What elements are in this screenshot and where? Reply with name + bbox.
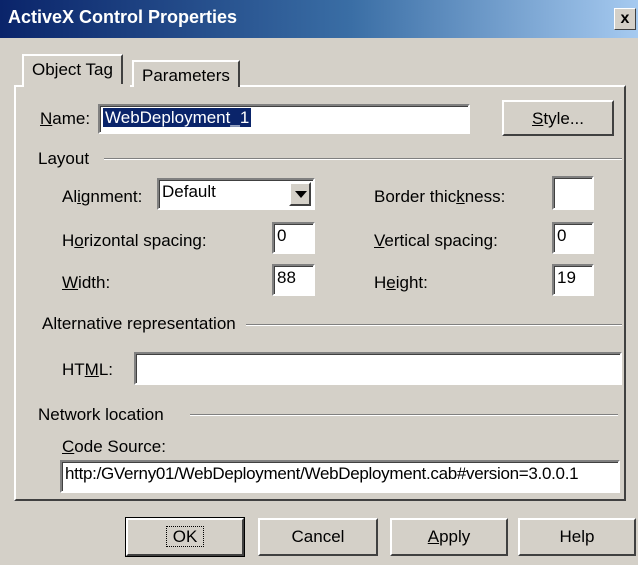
height-input[interactable]: 19	[552, 264, 594, 296]
border-thickness-input[interactable]	[552, 176, 594, 210]
border-thickness-label: Border thickness:	[374, 187, 506, 206]
alignment-label: Alignment:	[62, 187, 143, 206]
tab-parameters[interactable]: Parameters	[132, 60, 240, 87]
alternative-group-label: Alternative representation	[42, 314, 236, 333]
html-input[interactable]	[134, 352, 622, 385]
apply-button[interactable]: Apply	[390, 518, 508, 556]
cancel-button[interactable]: Cancel	[258, 518, 378, 556]
active-tab-join	[24, 84, 130, 88]
network-group-divider	[190, 414, 618, 416]
horizontal-spacing-input[interactable]: 0	[272, 222, 315, 254]
window-title: ActiveX Control Properties	[8, 7, 238, 27]
tab-label: Parameters	[142, 66, 230, 85]
width-label: Width:	[62, 273, 111, 292]
help-button[interactable]: Help	[518, 518, 636, 556]
name-input[interactable]: WebDeployment_1	[98, 104, 470, 134]
network-group-label: Network location	[38, 405, 164, 424]
vertical-spacing-label: Vertical spacing:	[374, 231, 498, 250]
alignment-select[interactable]: Default	[157, 178, 315, 210]
layout-group-divider	[104, 158, 622, 160]
close-button[interactable]: x	[614, 8, 636, 30]
ok-button[interactable]: OK	[125, 517, 245, 557]
tab-label: Object Tag	[32, 60, 113, 79]
html-label: HTML:	[62, 360, 114, 379]
layout-group-label: Layout	[38, 149, 90, 168]
alignment-value: Default	[162, 182, 216, 201]
alternative-group-divider	[246, 324, 622, 326]
style-button[interactable]: Style...	[502, 100, 614, 136]
height-label: Height:	[374, 273, 428, 292]
width-input[interactable]: 88	[272, 264, 315, 296]
horizontal-spacing-label: Horizontal spacing:	[62, 231, 207, 250]
chevron-down-icon[interactable]	[289, 182, 311, 206]
vertical-spacing-input[interactable]: 0	[552, 222, 594, 254]
code-source-label: Code Source:	[62, 437, 166, 456]
name-label: Name:	[40, 109, 91, 128]
close-icon: x	[620, 10, 630, 27]
tab-object-tag[interactable]: Object Tag	[22, 54, 123, 86]
code-source-input[interactable]: http:/GVerny01/WebDeployment/WebDeployme…	[60, 460, 620, 493]
